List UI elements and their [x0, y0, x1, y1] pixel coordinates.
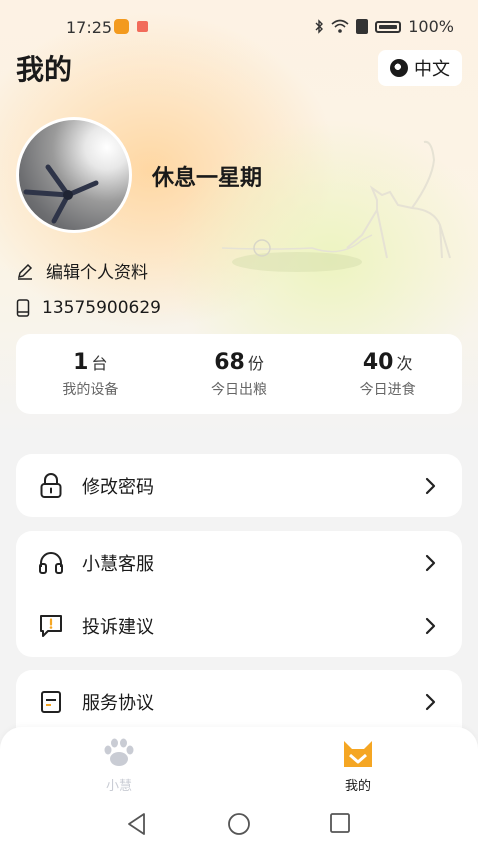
page-title: 我的 [16, 53, 73, 86]
stat-value: 40 [362, 349, 394, 375]
recents-icon[interactable] [328, 811, 352, 835]
status-bar: 17:25 100% [0, 0, 478, 52]
stats-card: 1 台 我的设备 68 份 今日出粮 40 次 今日进食 [16, 334, 462, 414]
stat-label: 今日出粮 [211, 381, 267, 398]
chevron-right-icon [425, 617, 436, 634]
phone-number: 13575900629 [42, 298, 161, 318]
language-label: 中文 [414, 59, 450, 80]
edit-profile-label: 编辑个人资料 [46, 263, 148, 283]
tab-label: 小慧 [105, 779, 132, 794]
sim-alert-icon [356, 19, 369, 34]
status-time: 17:25 [66, 18, 113, 37]
paw-icon [104, 738, 134, 766]
home-icon[interactable] [226, 811, 252, 837]
headset-icon [38, 550, 64, 576]
stat-unit: 次 [396, 353, 413, 373]
tab-label: 我的 [344, 779, 371, 794]
feedback-icon [38, 613, 64, 639]
battery-percent: 100% [408, 17, 454, 36]
chevron-right-icon [425, 693, 436, 710]
stat-unit: 份 [247, 353, 264, 373]
password-card: 修改密码 [16, 454, 462, 517]
menu-item-service-agreement[interactable]: 服务协议 [16, 670, 462, 733]
wifi-icon [331, 19, 349, 33]
stat-value: 1 [73, 349, 89, 375]
document-icon [38, 689, 64, 715]
menu-item-change-password[interactable]: 修改密码 [16, 454, 462, 517]
edit-profile-link[interactable]: 编辑个人资料 [16, 258, 148, 283]
menu-label: 服务协议 [82, 692, 154, 714]
tab-mine[interactable]: 我的 [298, 737, 418, 794]
stat-value: 68 [214, 349, 245, 375]
phone-row: 13575900629 [16, 298, 161, 318]
menu-label: 投诉建议 [82, 616, 154, 638]
stat-devices[interactable]: 1 台 我的设备 [16, 334, 165, 414]
battery-icon [375, 20, 402, 33]
cat-face-icon [344, 741, 372, 767]
system-nav-bar [0, 800, 478, 850]
notification-app-icon-2 [137, 21, 148, 32]
tab-home[interactable]: 小慧 [59, 737, 179, 794]
chevron-right-icon [425, 554, 436, 571]
stat-feed-today: 68 份 今日出粮 [165, 334, 314, 414]
stat-unit: 台 [91, 353, 108, 373]
notification-app-icon [114, 19, 129, 34]
cat-illustration [221, 140, 451, 272]
menu-item-customer-service[interactable]: 小慧客服 [16, 531, 462, 594]
support-card: 小慧客服 投诉建议 [16, 531, 462, 657]
stat-label: 我的设备 [62, 381, 119, 398]
language-button[interactable]: 中文 [378, 50, 462, 86]
lock-icon [38, 472, 64, 499]
bluetooth-icon [315, 19, 324, 34]
globe-icon [390, 59, 408, 77]
stat-eat-today: 40 次 今日进食 [313, 334, 462, 414]
back-icon[interactable] [124, 811, 150, 837]
phone-icon [16, 299, 30, 317]
chevron-right-icon [425, 477, 436, 494]
avatar[interactable] [16, 117, 132, 233]
menu-label: 小慧客服 [82, 553, 154, 575]
edit-icon [17, 263, 33, 280]
menu-label: 修改密码 [82, 476, 154, 498]
menu-item-feedback[interactable]: 投诉建议 [16, 594, 462, 657]
stat-label: 今日进食 [359, 381, 416, 398]
